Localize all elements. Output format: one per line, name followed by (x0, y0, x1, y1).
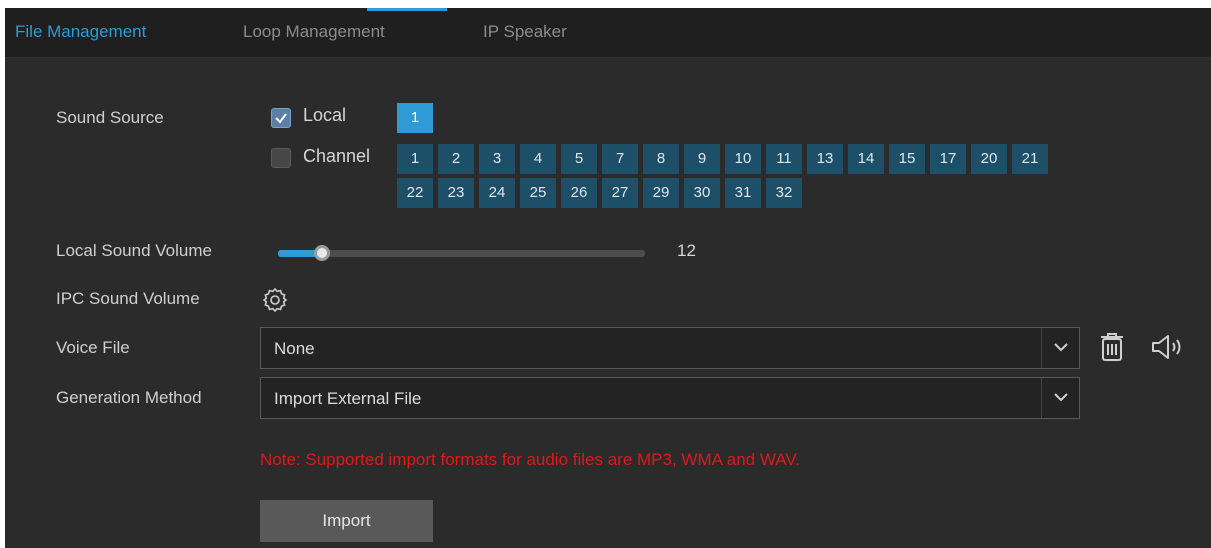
channel-button-7[interactable]: 7 (602, 144, 638, 174)
channel-button-21[interactable]: 21 (1012, 144, 1048, 174)
channel-button-13[interactable]: 13 (807, 144, 843, 174)
generation-method-label: Generation Method (56, 388, 202, 407)
trash-icon[interactable] (1098, 331, 1126, 368)
channel-checkbox[interactable] (271, 148, 291, 168)
channel-button-31[interactable]: 31 (725, 178, 761, 208)
tab-indicator (367, 8, 447, 11)
channel-button-2[interactable]: 2 (438, 144, 474, 174)
slider-thumb[interactable] (314, 245, 330, 261)
channel-button-22[interactable]: 22 (397, 178, 433, 208)
chevron-down-icon[interactable] (1041, 378, 1079, 418)
tab-ip-speaker[interactable]: IP Speaker (483, 22, 567, 42)
channel-button-27[interactable]: 27 (602, 178, 638, 208)
channel-button-25[interactable]: 25 (520, 178, 556, 208)
channel-label: Channel (303, 146, 371, 166)
channel-button-10[interactable]: 10 (725, 144, 761, 174)
channel-button-26[interactable]: 26 (561, 178, 597, 208)
channel-button-17[interactable]: 17 (930, 144, 966, 174)
local-volume-label: Local Sound Volume (56, 241, 212, 260)
local-checkbox[interactable] (271, 108, 291, 128)
channel-button-30[interactable]: 30 (684, 178, 720, 208)
local-volume-value: 12 (677, 241, 696, 260)
channel-button-3[interactable]: 3 (479, 144, 515, 174)
voice-file-label: Voice File (56, 338, 130, 357)
channel-button-1[interactable]: 1 (397, 144, 433, 174)
import-button[interactable]: Import (260, 500, 433, 542)
gear-icon[interactable] (262, 287, 288, 318)
checkmark-icon (275, 113, 287, 124)
speaker-icon[interactable] (1150, 333, 1190, 366)
generation-method-value: Import External File (274, 389, 422, 408)
channel-button-4[interactable]: 4 (520, 144, 556, 174)
channel-button-11[interactable]: 11 (766, 144, 802, 174)
channel-button-14[interactable]: 14 (848, 144, 884, 174)
channel-button-9[interactable]: 9 (684, 144, 720, 174)
channel-button-24[interactable]: 24 (479, 178, 515, 208)
voice-file-select[interactable]: None (260, 327, 1080, 369)
local-label: Local (303, 105, 347, 125)
channel-button-8[interactable]: 8 (643, 144, 679, 174)
tab-bar: File Management Loop Management IP Speak… (5, 8, 1211, 58)
local-volume-slider[interactable] (278, 245, 645, 261)
channel-button-32[interactable]: 32 (766, 178, 802, 208)
channel-button-23[interactable]: 23 (438, 178, 474, 208)
import-format-note: Note: Supported import formats for audio… (260, 450, 800, 469)
sound-source-label: Sound Source (56, 108, 164, 127)
file-management-panel: File Management Loop Management IP Speak… (5, 8, 1211, 548)
tab-loop-management[interactable]: Loop Management (243, 22, 385, 42)
generation-method-select[interactable]: Import External File (260, 377, 1080, 419)
channel-button-20[interactable]: 20 (971, 144, 1007, 174)
ipc-volume-label: IPC Sound Volume (56, 289, 200, 308)
local-channel-button[interactable]: 1 (397, 103, 433, 133)
tab-file-management[interactable]: File Management (15, 22, 146, 42)
channel-button-5[interactable]: 5 (561, 144, 597, 174)
chevron-down-icon[interactable] (1041, 328, 1079, 368)
channel-button-29[interactable]: 29 (643, 178, 679, 208)
voice-file-value: None (274, 339, 315, 358)
channel-button-15[interactable]: 15 (889, 144, 925, 174)
